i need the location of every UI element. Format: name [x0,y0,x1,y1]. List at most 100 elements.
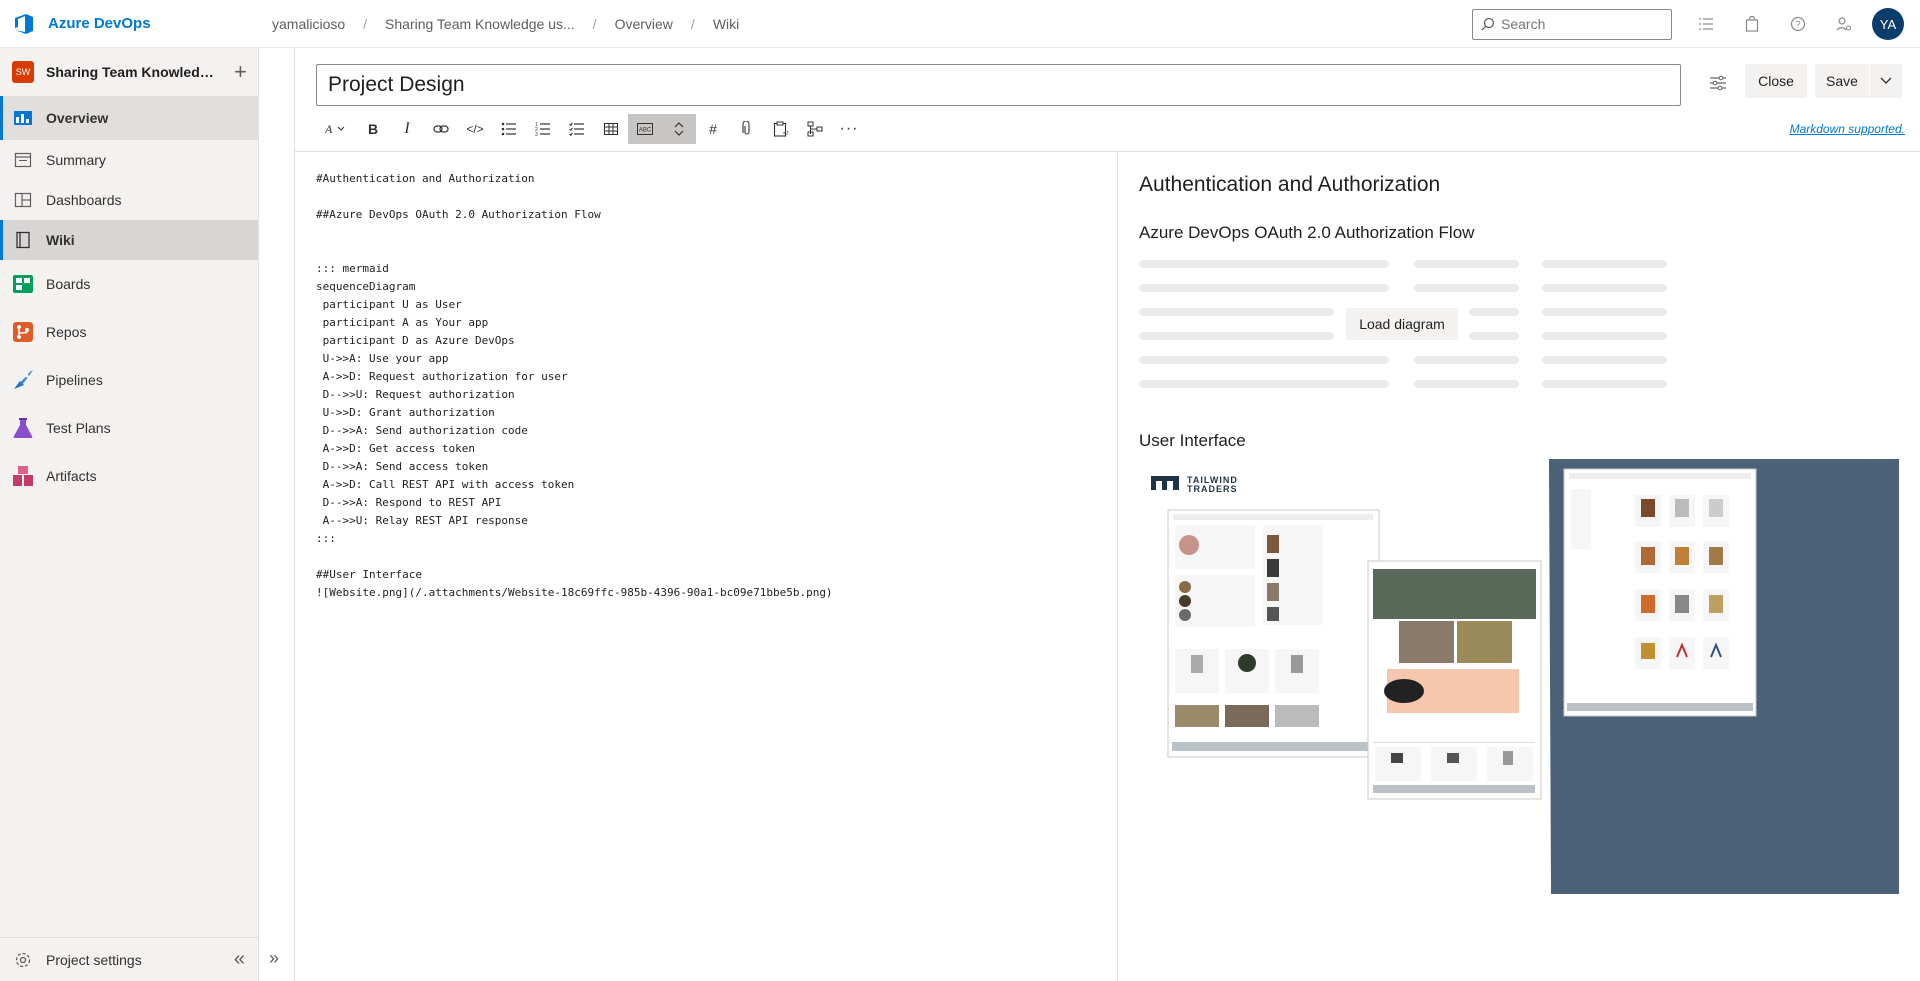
skeleton-line [1469,308,1519,316]
skeleton-line [1414,260,1519,268]
gear-icon [12,949,34,971]
text-format-icon[interactable]: A [316,114,356,144]
heading-hash-icon[interactable]: # [696,114,730,144]
breadcrumb-separator: / [592,15,597,32]
save-button[interactable]: Save [1815,64,1869,98]
numbered-list-icon[interactable]: 123 [526,114,560,144]
expand-pages-icon[interactable]: » [269,948,279,969]
sync-scroll-icon[interactable] [662,114,696,144]
code-line: participant A as Your app [316,316,489,329]
pipelines-icon [12,369,34,391]
sidebar-item-label: Summary [46,152,106,168]
breadcrumb-wiki[interactable]: Wiki [713,16,739,32]
code-line: ##User Interface [316,568,422,581]
more-actions-icon[interactable]: ··· [832,114,866,144]
breadcrumb-project[interactable]: Sharing Team Knowledge us... [385,16,575,32]
search-input[interactable] [1501,16,1661,32]
sidebar-item-wiki[interactable]: Wiki [0,220,258,260]
preview-heading-user-interface: User Interface [1139,431,1246,450]
breadcrumb-overview[interactable]: Overview [615,16,673,32]
load-diagram-button[interactable]: Load diagram [1346,308,1458,340]
skeleton-line [1139,308,1334,316]
sidebar-item-summary[interactable]: Summary [0,140,258,180]
svg-text:3: 3 [535,132,538,136]
skeleton-line [1139,332,1334,340]
markdown-editor[interactable]: #Authentication and Authorization ##Azur… [295,153,1118,981]
skeleton-line [1542,380,1667,388]
page-title-input[interactable]: Project Design [316,64,1681,106]
checklist-icon[interactable] [560,114,594,144]
collapse-sidebar-icon[interactable]: « [234,948,245,971]
page-settings-icon[interactable] [1705,70,1731,96]
website-screenshot-image: TAILWIND TRADERS [1151,459,1899,894]
repos-icon [12,321,34,343]
bulleted-list-icon[interactable] [492,114,526,144]
code-icon[interactable]: </> [458,114,492,144]
link-icon[interactable] [424,114,458,144]
skeleton-line [1139,380,1389,388]
skeleton-line [1542,260,1667,268]
skeleton-line [1542,284,1667,292]
code-line: A->>D: Call REST API with access token [316,478,575,491]
diagram-placeholder: Load diagram [1139,260,1669,400]
user-settings-icon[interactable] [1832,12,1856,36]
svg-text:A: A [325,122,333,136]
breadcrumb-separator: / [363,15,368,32]
bold-icon[interactable]: B [356,114,390,144]
code-line: D-->>U: Request authorization [316,388,515,401]
skeleton-line [1542,308,1667,316]
sidebar-item-label: Boards [46,276,91,292]
plus-icon[interactable]: + [234,61,247,83]
website-page-left [1167,509,1380,758]
svg-text:ABC: ABC [639,128,652,134]
sidebar-item-artifacts[interactable]: Artifacts [0,452,258,500]
code-line: D-->>A: Send authorization code [316,424,528,437]
chevron-down-icon [1880,77,1892,84]
sidebar-item-label: Wiki [46,232,75,248]
save-options-dropdown[interactable] [1870,64,1902,98]
azure-devops-logo-icon [15,13,33,34]
breadcrumb: yamalicioso / Sharing Team Knowledge us.… [272,16,739,32]
sidebar-item-overview[interactable]: Overview [0,96,258,140]
dashboards-icon [12,189,34,211]
brand[interactable]: Azure DevOps [0,12,272,36]
skeleton-line [1139,260,1389,268]
task-list-icon[interactable] [1694,12,1718,36]
preview-heading-1: Authentication and Authorization [1139,173,1441,196]
breadcrumb-organization[interactable]: yamalicioso [272,16,345,32]
tailwind-traders-logo: TAILWIND TRADERS [1151,475,1237,494]
svg-text:</>: </> [783,131,789,137]
italic-icon[interactable]: I [390,114,424,144]
sidebar-item-boards[interactable]: Boards [0,260,258,308]
sidebar: SW Sharing Team Knowledge using Wiki + O… [0,48,259,981]
table-icon[interactable] [594,114,628,144]
skeleton-line [1414,380,1519,388]
code-line: U->>D: Grant authorization [316,406,495,419]
sidebar-item-label: Test Plans [46,420,111,436]
project-settings[interactable]: Project settings « [0,937,259,981]
code-line: A->>D: Request authorization for user [316,370,568,383]
close-button[interactable]: Close [1745,64,1807,98]
markdown-supported-link[interactable]: Markdown supported. [1790,122,1905,136]
shopping-bag-icon[interactable] [1740,12,1764,36]
wiki-icon [12,229,34,251]
sidebar-item-repos[interactable]: Repos [0,308,258,356]
sidebar-item-dashboards[interactable]: Dashboards [0,180,258,220]
diagram-icon[interactable] [798,114,832,144]
skeleton-line [1414,356,1519,364]
help-icon[interactable]: ? [1786,12,1810,36]
sidebar-item-pipelines[interactable]: Pipelines [0,356,258,404]
code-line: participant D as Azure DevOps [316,334,515,347]
project-header[interactable]: SW Sharing Team Knowledge using Wiki + [0,48,258,96]
spell-check-icon[interactable]: ABC [628,114,662,144]
skeleton-line [1139,356,1389,364]
search-box[interactable] [1472,8,1672,40]
code-line: #Authentication and Authorization [316,172,535,185]
code-line: ::: mermaid [316,262,389,275]
attachment-icon[interactable] [730,114,764,144]
breadcrumb-separator: / [690,15,695,32]
sidebar-item-test-plans[interactable]: Test Plans [0,404,258,452]
avatar[interactable]: YA [1872,8,1904,40]
boards-icon [12,273,34,295]
paste-code-icon[interactable]: </> [764,114,798,144]
